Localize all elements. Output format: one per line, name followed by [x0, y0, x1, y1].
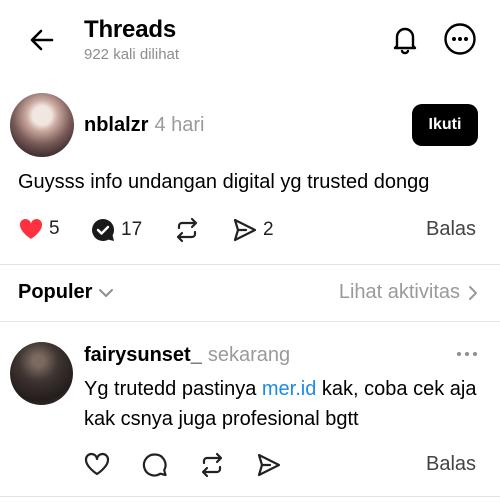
like-button[interactable]: [84, 452, 110, 476]
post-author[interactable]: nblalzr 4 hari: [84, 114, 204, 137]
avatar[interactable]: [10, 342, 73, 405]
view-activity-link[interactable]: Lihat aktivitas: [339, 281, 478, 304]
bell-icon[interactable]: [388, 22, 422, 56]
more-icon[interactable]: [454, 346, 480, 362]
view-count: 922 kali dilihat: [84, 46, 180, 63]
share-button[interactable]: 2: [232, 217, 274, 243]
like-count: 5: [49, 218, 60, 239]
top-bar: Threads 922 kali dilihat: [0, 0, 500, 80]
sort-label: Populer: [18, 281, 93, 303]
reply-link[interactable]: mer.id: [262, 378, 316, 400]
comment-icon: [90, 217, 116, 243]
reply-text-before: Yg trutedd pastinya: [84, 378, 262, 400]
reply-actions: Balas: [0, 447, 500, 487]
reply-text: Yg trutedd pastinya mer.id kak, coba cek…: [84, 374, 484, 434]
share-icon: [232, 217, 258, 243]
activity-label: Lihat aktivitas: [338, 281, 460, 303]
repost-icon: [199, 452, 225, 478]
share-button[interactable]: [256, 452, 282, 478]
comment-count: 17: [121, 219, 143, 240]
post-time: 4 hari: [154, 114, 205, 136]
reply-button[interactable]: Balas: [426, 218, 476, 241]
share-icon: [256, 452, 282, 478]
reply-author[interactable]: fairysunset_ sekarang: [84, 344, 290, 367]
sort-row: Populer Lihat aktivitas: [0, 268, 500, 318]
divider: [0, 264, 500, 265]
more-icon[interactable]: [443, 22, 477, 56]
heart-icon: [18, 217, 44, 241]
post-actions: 5 17 2 Balas: [0, 210, 500, 250]
avatar[interactable]: [10, 93, 74, 157]
comment-icon: [142, 452, 168, 478]
comment-button[interactable]: 17: [90, 217, 142, 243]
back-arrow-icon[interactable]: [26, 24, 58, 56]
share-count: 2: [263, 219, 274, 240]
like-button[interactable]: 5: [18, 217, 60, 241]
divider: [0, 496, 500, 497]
post-text: Guysss info undangan digital yg trusted …: [18, 171, 430, 193]
repost-icon: [174, 217, 200, 243]
heart-icon: [84, 452, 110, 476]
reply-time: sekarang: [207, 344, 291, 366]
page-title: Threads: [84, 16, 176, 43]
divider: [0, 321, 500, 322]
chevron-down-icon: [98, 287, 114, 299]
chevron-right-icon: [468, 285, 478, 301]
reply-button[interactable]: Balas: [426, 453, 476, 476]
username[interactable]: fairysunset_: [84, 344, 202, 366]
repost-button[interactable]: [174, 217, 200, 243]
repost-button[interactable]: [199, 452, 225, 478]
username[interactable]: nblalzr: [84, 114, 148, 136]
follow-button[interactable]: Ikuti: [412, 104, 478, 146]
comment-button[interactable]: [142, 452, 168, 478]
sort-dropdown[interactable]: Populer: [18, 281, 114, 304]
